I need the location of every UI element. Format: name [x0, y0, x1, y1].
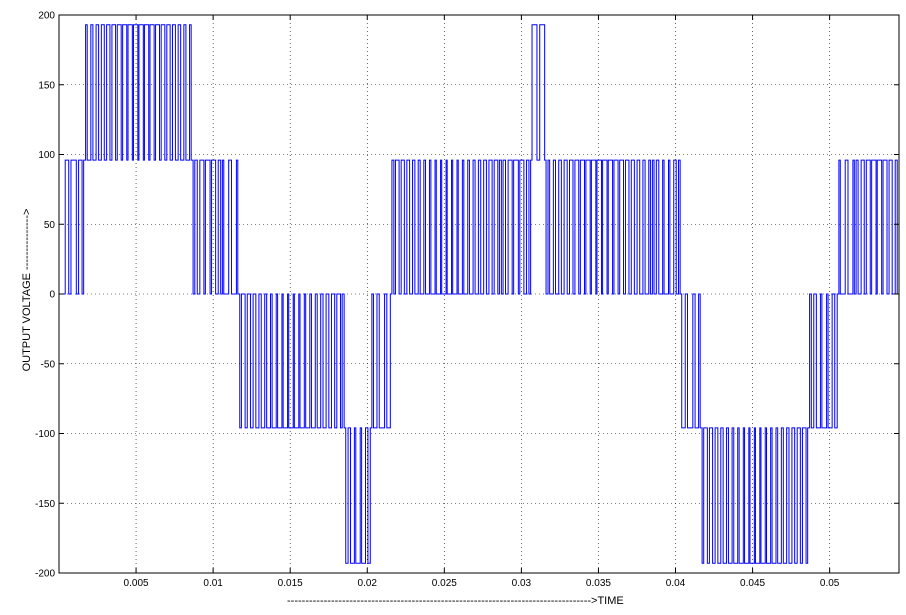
y-tick-label: 100: [38, 150, 55, 161]
y-axis-label: OUTPUT VOLTAGE --------------->: [21, 209, 33, 372]
y-tick-label: -50: [41, 359, 56, 370]
chart: 0.005 0.01 0.015 0.02 0.025 0.03 0.035 0.04 0.04…: [21, 11, 900, 607]
x-tick-label: 0.04: [666, 578, 686, 589]
x-tick-label: 0.005: [124, 578, 149, 589]
y-tick-label: 50: [44, 220, 56, 231]
x-axis-label: ----------------------------------------…: [287, 595, 624, 607]
y-tick-label: -150: [35, 499, 55, 510]
x-tick-label: 0.02: [358, 578, 378, 589]
x-tick-label: 0.025: [432, 578, 457, 589]
y-tick-label: -100: [35, 429, 55, 440]
x-tick-label: 0.03: [512, 578, 532, 589]
x-tick-label: 0.045: [740, 578, 765, 589]
x-tick-label: 0.05: [820, 578, 840, 589]
y-tick-label: 0: [49, 290, 55, 301]
y-tick-label: 200: [38, 11, 55, 22]
x-tick-label: 0.015: [278, 578, 303, 589]
x-tick-label: 0.035: [586, 578, 611, 589]
x-tick-label: 0.01: [203, 578, 223, 589]
y-tick-label: 150: [38, 80, 55, 91]
y-tick-label: -200: [35, 569, 55, 580]
